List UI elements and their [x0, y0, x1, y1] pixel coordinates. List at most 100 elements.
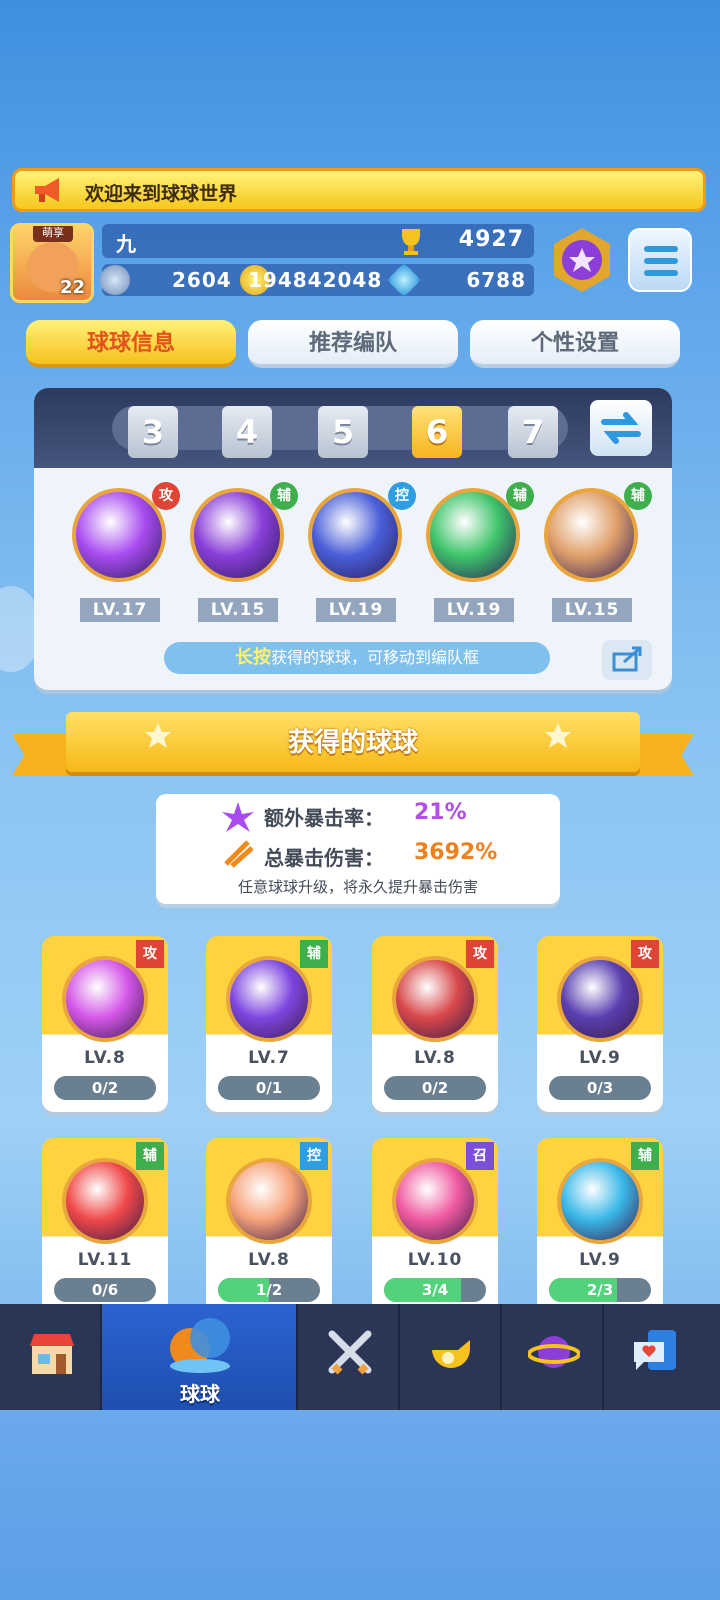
extra-crit-rate-value: 21% [414, 800, 467, 825]
battle-swords-icon [328, 1330, 372, 1375]
energy-value: 2604 [172, 268, 232, 292]
player-avatar[interactable]: 萌享 22 [10, 223, 94, 303]
bottom-nav: 球球 [0, 1304, 720, 1410]
team-ball-1-tag: 攻 [152, 482, 180, 510]
nav-balls-label: 球球 [180, 1382, 220, 1406]
team-ball-2[interactable] [190, 488, 284, 582]
rank-emblem-icon[interactable] [546, 226, 618, 296]
nav-balls[interactable]: 球球 [102, 1304, 298, 1410]
owned-ball-card[interactable]: 召 LV.10 3/4 [372, 1138, 498, 1314]
crit-rate-icon [222, 802, 254, 832]
owned-ball-tag: 辅 [300, 940, 328, 968]
owned-ball-card[interactable]: 攻 LV.9 0/3 [537, 936, 663, 1112]
tab-recommended-team[interactable]: 推荐编队 [248, 320, 458, 368]
progress-text: 3/4 [421, 1281, 449, 1299]
owned-ball-icon [226, 956, 312, 1042]
owned-ball-level: LV.11 [77, 1250, 133, 1270]
owned-ball-card[interactable]: 辅 LV.7 0/1 [206, 936, 332, 1112]
team-slot-7[interactable]: 7 [508, 406, 558, 458]
gem-value: 6788 [466, 268, 526, 292]
owned-ball-card[interactable]: 控 LV.8 1/2 [206, 1138, 332, 1314]
owned-ball-level: LV.9 [579, 1250, 621, 1270]
progress-text: 0/2 [421, 1079, 449, 1097]
nav-battle[interactable] [298, 1304, 400, 1410]
nav-planet[interactable] [502, 1304, 604, 1410]
owned-ball-progress: 2/3 [549, 1278, 651, 1302]
progress-text: 0/1 [255, 1079, 283, 1097]
gem-add-icon[interactable] [387, 263, 421, 297]
chat-heart-icon [634, 1330, 676, 1370]
owned-ball-progress: 0/6 [54, 1278, 156, 1302]
planet-icon [528, 1336, 580, 1368]
tab-personal-settings[interactable]: 个性设置 [470, 320, 680, 368]
extra-crit-rate-label: 额外暴击率： [264, 806, 384, 830]
team-slot-4[interactable]: 4 [222, 406, 272, 458]
owned-ball-icon [557, 1158, 643, 1244]
owned-ball-card[interactable]: 辅 LV.9 2/3 [537, 1138, 663, 1314]
whistle-icon [432, 1340, 471, 1369]
coin-value: 194842048 [248, 268, 383, 292]
team-ball-1-level: LV.17 [80, 598, 160, 622]
owned-ball-level: LV.10 [407, 1250, 463, 1270]
owned-ball-card[interactable]: 攻 LV.8 0/2 [42, 936, 168, 1112]
crit-info-box: 额外暴击率： 21% 总暴击伤害： 3692% 任意球球升级，将永久提升暴击伤害 [156, 794, 560, 904]
section-title: 获得的球球 [287, 728, 418, 758]
tab-ball-info[interactable]: 球球信息 [26, 320, 236, 368]
nav-whistle[interactable] [400, 1304, 502, 1410]
team-slot-3[interactable]: 3 [128, 406, 178, 458]
nav-shop[interactable] [0, 1304, 102, 1410]
share-icon[interactable] [602, 640, 652, 680]
owned-ball-level: LV.9 [579, 1048, 621, 1068]
owned-ball-level: LV.8 [84, 1048, 126, 1068]
energy-add-icon[interactable] [100, 265, 130, 295]
owned-ball-progress: 0/2 [384, 1076, 486, 1100]
team-ball-2-tag: 辅 [270, 482, 298, 510]
nav-chat[interactable] [604, 1304, 720, 1410]
team-ball-3-level: LV.19 [316, 598, 396, 622]
trophy-icon [402, 229, 420, 255]
team-slot-5[interactable]: 5 [318, 406, 368, 458]
player-name-bar: 九 4927 [102, 224, 534, 258]
team-ball-4-level: LV.19 [434, 598, 514, 622]
owned-ball-level: LV.8 [414, 1048, 456, 1068]
owned-ball-tag: 攻 [136, 940, 164, 968]
player-level: 22 [59, 277, 85, 298]
resource-bar: 2604 194842048 6788 [100, 263, 534, 297]
owned-ball-tag: 召 [466, 1142, 494, 1170]
crit-damage-icon [224, 840, 254, 868]
team-ball-3[interactable] [308, 488, 402, 582]
section-ribbon: 获得的球球 [66, 712, 640, 772]
owned-ball-tag: 辅 [631, 1142, 659, 1170]
owned-ball-progress: 0/3 [549, 1076, 651, 1100]
owned-ball-progress: 1/2 [218, 1278, 320, 1302]
progress-text: 0/6 [91, 1281, 119, 1299]
progress-text: 0/3 [586, 1079, 614, 1097]
drag-hint: 长按获得的球球，可移动到编队框 [164, 642, 550, 674]
swap-icon[interactable] [590, 400, 652, 456]
trophy-count: 4927 [458, 227, 524, 252]
balls-icon [170, 1318, 230, 1373]
team-ball-4[interactable] [426, 488, 520, 582]
total-crit-damage-label: 总暴击伤害： [264, 846, 384, 870]
owned-ball-level: LV.8 [248, 1250, 290, 1270]
team-ball-5-level: LV.15 [552, 598, 632, 622]
drag-hint-text: 获得的球球，可移动到编队框 [270, 648, 479, 667]
menu-icon[interactable] [628, 228, 692, 292]
owned-ball-progress: 0/2 [54, 1076, 156, 1100]
owned-ball-card[interactable]: 辅 LV.11 0/6 [42, 1138, 168, 1314]
total-crit-damage-value: 3692% [414, 840, 498, 865]
shop-icon [30, 1334, 74, 1374]
team-ball-1[interactable] [72, 488, 166, 582]
team-ball-4-tag: 辅 [506, 482, 534, 510]
owned-ball-tag: 辅 [136, 1142, 164, 1170]
team-slot-6[interactable]: 6 [412, 406, 462, 458]
player-name: 九 [116, 232, 136, 256]
team-ball-2-level: LV.15 [198, 598, 278, 622]
team-ball-5[interactable] [544, 488, 638, 582]
owned-ball-card[interactable]: 攻 LV.8 0/2 [372, 936, 498, 1112]
owned-ball-level: LV.7 [248, 1048, 290, 1068]
bottom-background [0, 1410, 720, 1600]
owned-ball-progress: 3/4 [384, 1278, 486, 1302]
owned-ball-tag: 攻 [631, 940, 659, 968]
crit-note: 任意球球升级，将永久提升暴击伤害 [237, 878, 478, 896]
